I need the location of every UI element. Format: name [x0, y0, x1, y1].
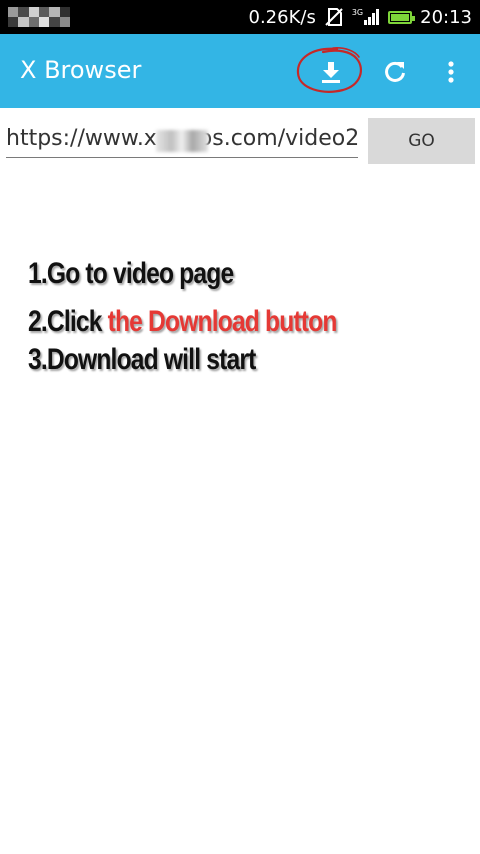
url-bar: GO	[0, 108, 480, 168]
instructions: 1.Go to video page 2.Click the Download …	[28, 252, 404, 382]
download-icon	[322, 62, 340, 83]
signal-icon	[364, 9, 380, 25]
refresh-icon	[385, 61, 405, 82]
status-bar: 0.26K/s 3G 20:13	[0, 0, 480, 34]
instruction-step-3: 3.Download will start	[28, 343, 256, 376]
no-sim-icon	[325, 8, 343, 26]
go-button[interactable]: GO	[368, 118, 475, 164]
app-bar: X Browser	[0, 34, 480, 108]
instruction-step-2-prefix: 2.Click	[28, 305, 108, 338]
network-type: 3G	[351, 8, 364, 17]
overflow-menu-button[interactable]	[431, 52, 471, 92]
notification-icon	[8, 7, 70, 27]
url-redaction	[156, 130, 208, 152]
network-speed: 0.26K/s	[248, 6, 316, 28]
instruction-step-2-highlight: the Download button	[107, 305, 338, 338]
instruction-step-1: 1.Go to video page	[28, 257, 234, 290]
download-button[interactable]	[311, 52, 351, 92]
app-title: X Browser	[20, 56, 142, 84]
clock: 20:13	[420, 6, 472, 28]
battery-icon	[388, 10, 416, 24]
overflow-menu-icon	[448, 61, 454, 83]
refresh-button[interactable]	[375, 52, 415, 92]
